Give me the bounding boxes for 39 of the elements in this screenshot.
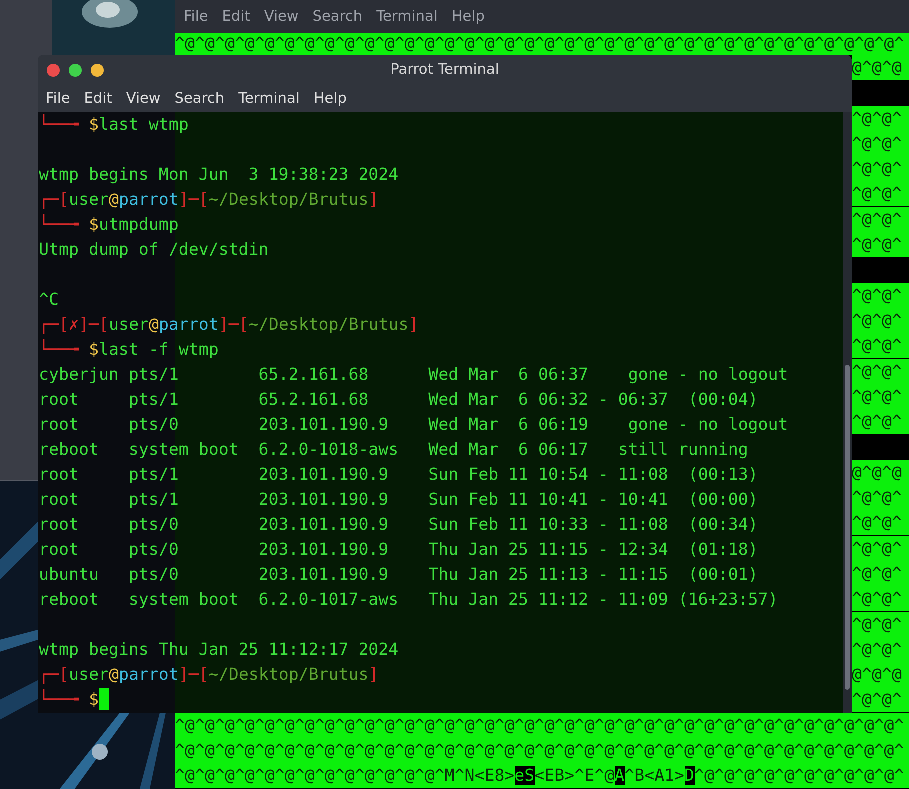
menu-item[interactable]: Terminal xyxy=(232,88,307,108)
terminal-line: Utmp dump of /dev/stdin xyxy=(39,239,270,261)
terminal-line: ^C xyxy=(39,289,60,311)
minimize-button[interactable] xyxy=(91,64,104,76)
terminal-line: root pts/0 203.101.190.9 Thu Jan 25 11:15 - 12:34 (01:18) xyxy=(39,539,760,561)
terminal-line: root pts/0 203.101.190.9 Wed Mar 6 06:19 gone - no logout xyxy=(39,414,790,436)
terminal-line: wtmp begins Mon Jun 3 19:38:23 2024 xyxy=(39,164,400,186)
menu-item[interactable]: File xyxy=(39,88,78,108)
command-line: └──╼ $last wtmp xyxy=(39,115,189,134)
scrollbar-thumb[interactable] xyxy=(845,365,850,690)
terminal-line: root pts/0 203.101.190.9 Sun Feb 11 10:33 - 11:08 (00:34) xyxy=(39,514,760,536)
menu-item[interactable]: View xyxy=(119,88,168,108)
command-line: └──╼ $last -f wtmp xyxy=(39,340,219,359)
prompt-line: ┌─[user@parrot]─[~/Desktop/Brutus] xyxy=(39,189,380,212)
window-title: Parrot Terminal xyxy=(390,62,500,78)
prompt-line: ┌─[user@parrot]─[~/Desktop/Brutus] xyxy=(39,664,380,686)
terminal-line: root pts/1 203.101.190.9 Sun Feb 11 10:54 - 11:08 (00:13) xyxy=(39,464,760,486)
menu-item[interactable]: Edit xyxy=(77,88,120,108)
menu-item[interactable]: View xyxy=(257,6,306,26)
menu-item[interactable]: File xyxy=(177,6,216,26)
menu-item[interactable]: Edit xyxy=(215,6,258,26)
menu-item[interactable]: Terminal xyxy=(370,6,445,26)
command-line: └──╼ $utmpdump xyxy=(39,215,179,234)
menu-item[interactable]: Help xyxy=(444,6,492,26)
terminal-line: reboot system boot 6.2.0-1018-aws Wed Mar 6 06:17 still running xyxy=(39,439,750,461)
terminal-line: root pts/1 203.101.190.9 Sun Feb 11 10:41 - 10:41 (00:00) xyxy=(39,489,760,511)
menu-item[interactable]: Search xyxy=(306,6,370,26)
maximize-button[interactable] xyxy=(69,64,82,76)
menu-item[interactable]: Search xyxy=(168,88,232,108)
prompt-line: ┌─[✗]─[user@parrot]─[~/Desktop/Brutus] xyxy=(39,314,420,336)
close-button[interactable] xyxy=(47,64,60,76)
menu-item[interactable]: Help xyxy=(306,88,354,108)
terminal-line: ubuntu pts/0 203.101.190.9 Thu Jan 25 11:13 - 11:15 (00:01) xyxy=(39,564,760,586)
command-line: └──╼ $ xyxy=(39,690,99,709)
terminal-line: wtmp begins Thu Jan 25 11:12:17 2024 xyxy=(39,639,400,661)
terminal-line: cyberjun pts/1 65.2.161.68 Wed Mar 6 06:37 gone - no logout xyxy=(39,364,790,386)
terminal-line: reboot system boot 6.2.0-1017-aws Thu Jan 25 11:12 - 11:09 (16+23:57) xyxy=(39,589,780,611)
terminal-line: root pts/1 65.2.161.68 Wed Mar 6 06:32 - 06:37 (00:04) xyxy=(39,389,760,411)
scrollbar[interactable] xyxy=(843,112,852,713)
